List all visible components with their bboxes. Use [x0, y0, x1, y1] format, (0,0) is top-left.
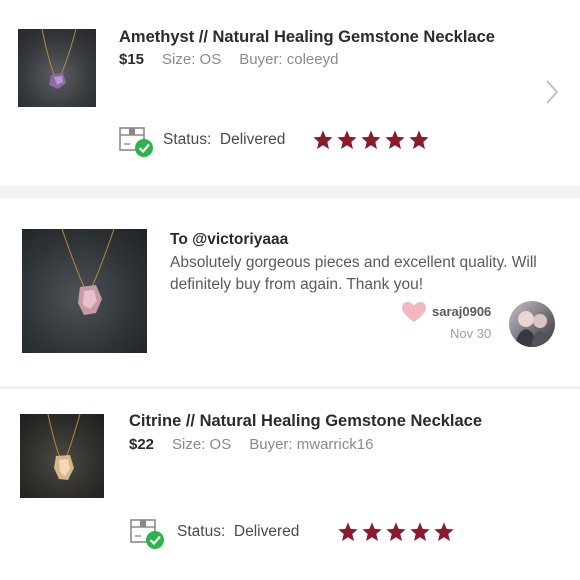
star-icon: [385, 130, 405, 149]
listing-card-amethyst[interactable]: Amethyst // Natural Healing Gemstone Nec…: [0, 0, 580, 186]
product-thumbnail[interactable]: [18, 29, 96, 107]
status: Status: Delivered: [163, 131, 285, 149]
status-label: Status:: [163, 131, 212, 148]
star-icon: [386, 522, 406, 541]
commenter-username[interactable]: saraj0906: [432, 304, 491, 319]
rating-stars: [312, 129, 430, 151]
listing-meta: $22 Size: OS Buyer: mwarrick16: [129, 436, 373, 453]
listing-card-citrine[interactable]: Citrine // Natural Healing Gemstone Neck…: [0, 389, 580, 580]
comment-date: Nov 30: [450, 326, 492, 341]
heart-icon[interactable]: [401, 301, 427, 323]
status-value: Delivered: [219, 131, 286, 148]
user-photo: [515, 311, 551, 347]
star-icon: [313, 130, 333, 149]
listing-title[interactable]: Amethyst // Natural Healing Gemstone Nec…: [119, 28, 495, 47]
product-thumbnail[interactable]: [20, 414, 104, 498]
listing-price: $15: [119, 51, 145, 68]
necklace-image: [61, 229, 115, 315]
listing-price: $22: [129, 436, 155, 453]
star-icon: [362, 522, 382, 541]
star-icon: [338, 522, 358, 541]
delivered-box-icon: [130, 519, 164, 549]
listing-buyer: Buyer: coleeyd: [239, 51, 339, 68]
comment-body: Absolutely gorgeous pieces and excellent…: [170, 254, 537, 293]
star-icon: [409, 130, 429, 149]
status: Status: Delivered: [177, 523, 299, 541]
avatar[interactable]: [509, 301, 555, 347]
status-value: Delivered: [233, 523, 300, 540]
star-icon: [337, 130, 357, 149]
star-icon: [410, 522, 430, 541]
listing-title[interactable]: Citrine // Natural Healing Gemstone Neck…: [129, 412, 482, 431]
listing-size: Size: OS: [162, 51, 222, 68]
rating-stars: [337, 521, 455, 543]
status-label: Status:: [177, 523, 226, 540]
delivered-box-icon: [119, 127, 153, 157]
listing-size: Size: OS: [172, 436, 232, 453]
chevron-right-icon[interactable]: [543, 78, 561, 106]
comment-recipient[interactable]: To @victoriyaaa: [170, 231, 288, 249]
star-icon: [361, 130, 381, 149]
buyer-comment-card: To @victoriyaaa Absolutely gorgeous piec…: [0, 198, 580, 386]
listing-buyer: Buyer: mwarrick16: [249, 436, 374, 453]
listing-meta: $15 Size: OS Buyer: coleeyd: [119, 51, 338, 68]
comment-product-image[interactable]: [22, 229, 147, 353]
star-icon: [434, 522, 454, 541]
necklace-image: [41, 29, 77, 89]
necklace-image: [47, 414, 81, 480]
